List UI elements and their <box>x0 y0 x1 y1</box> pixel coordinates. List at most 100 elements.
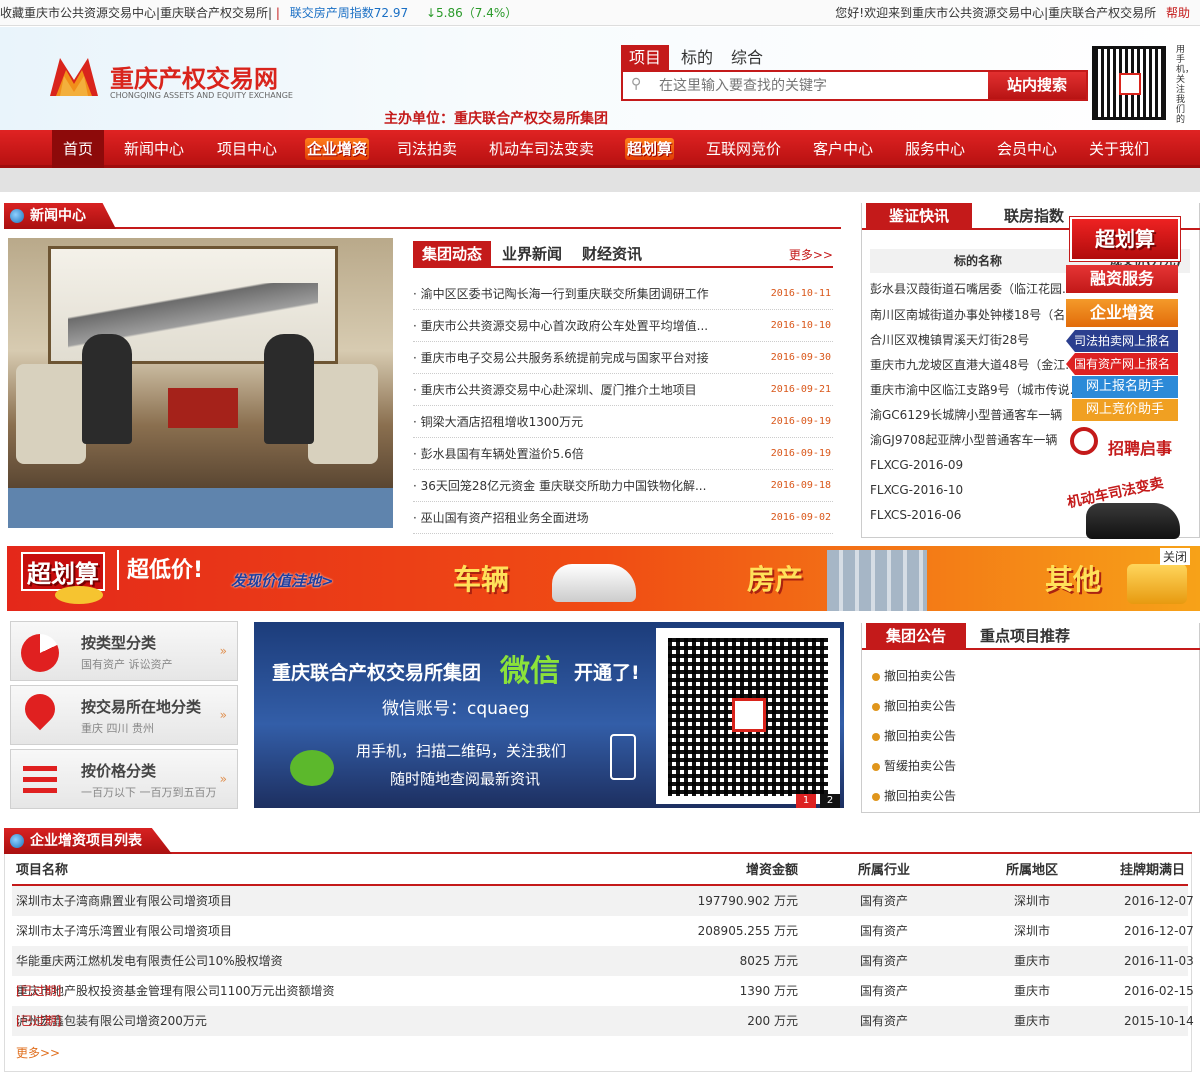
list-item[interactable]: 撤回拍卖公告 <box>872 781 956 811</box>
list-item[interactable]: 重庆市九龙坡区直港大道48号（金江... <box>870 353 1080 378</box>
banner-car-icon <box>552 564 636 602</box>
list-item[interactable]: 撤回拍卖公告 <box>872 691 956 721</box>
list-item[interactable]: 渝GC6129长城牌小型普通客车一辆 <box>870 403 1080 428</box>
list-item[interactable]: FLXCG-2016-09 <box>870 453 1080 478</box>
list-item[interactable]: 撤回拍卖公告 <box>872 661 956 691</box>
list-item[interactable]: · 重庆市公共资源交易中心赴深圳、厦门推介土地项目 2016-09-21 <box>413 374 833 406</box>
float-judicial-signup[interactable]: 司法拍卖网上报名 <box>1066 330 1178 352</box>
tab-finance-news[interactable]: 财经资讯 <box>573 241 651 267</box>
tab-group-notice[interactable]: 集团公告 <box>866 623 966 649</box>
notice-panel: 集团公告 重点项目推荐 撤回拍卖公告 撤回拍卖公告 撤回拍卖公告 暂缓拍卖公告 … <box>861 623 1200 813</box>
tab-industry-news[interactable]: 业界新闻 <box>493 241 571 267</box>
table-tag: 企业增资项目列表 <box>4 828 172 854</box>
nav-home[interactable]: 首页 <box>52 130 104 168</box>
category-by-price[interactable]: 按价格分类 一百万以下 一百万到五百万 » <box>10 749 238 809</box>
index-label[interactable]: 联交房产周指数72.97 <box>290 6 408 20</box>
header: 重庆产权交易网 CHONGQING ASSETS AND EQUITY EXCH… <box>0 27 1200 130</box>
welcome-text[interactable]: 您好!欢迎来到重庆市公共资源交易中心|重庆联合产权交易所 <box>835 6 1156 20</box>
table-row[interactable]: 深圳市太子湾商鼎置业有限公司增资项目 197790.902 万元 国有资产 深圳… <box>12 886 1194 916</box>
nav-client[interactable]: 客户中心 <box>813 130 873 168</box>
main-nav: 首页 新闻中心 项目中心 企业增资 司法拍卖 机动车司法变卖 超划算 互联网竞价… <box>0 130 1200 168</box>
category-by-location[interactable]: 按交易所在地分类 重庆 四川 贵州 » <box>10 685 238 745</box>
banner-brand: 超划算 <box>21 552 105 591</box>
search-tab-project[interactable]: 项目 <box>621 45 669 70</box>
nav-bargain[interactable]: 超划算 <box>625 138 675 160</box>
news-photo[interactable] <box>8 238 393 528</box>
list-item[interactable]: 重庆市渝中区临江支路9号（城市传说... <box>870 378 1080 403</box>
coins-icon <box>55 586 103 604</box>
table-row[interactable]: 泸州宏鑫包装有限公司增资200万元 [已过期] 200 万元 国有资产 重庆市 2… <box>12 1006 1194 1036</box>
search-button[interactable]: 站内搜索 <box>988 72 1086 99</box>
nav-online-bidding[interactable]: 互联网竞价 <box>706 130 781 168</box>
search-box: ⚲ 站内搜索 <box>621 70 1088 101</box>
qr-note: 用手机，关注我们的微信扫一扫二维码 <box>1176 45 1190 123</box>
list-item[interactable]: 撤回拍卖公告 <box>872 721 956 751</box>
list-item[interactable]: · 重庆市电子交易公共服务系统提前完成与国家平台对接 2016-09-30 <box>413 342 833 374</box>
nav-news[interactable]: 新闻中心 <box>124 130 184 168</box>
news-section-title: 新闻中心 <box>4 203 841 229</box>
table-more-link[interactable]: 更多>> <box>16 1044 60 1061</box>
wechat-banner[interactable]: 重庆联合产权交易所集团 微信 开通了! 微信账号：cquaeg 用手机，扫描二维… <box>254 622 844 808</box>
nav-projects[interactable]: 项目中心 <box>217 130 277 168</box>
nav-vehicle-sale[interactable]: 机动车司法变卖 <box>489 130 594 168</box>
pie-chart-icon <box>21 634 59 672</box>
banner-find-value: 发现价值洼地> <box>231 572 334 590</box>
float-bidding-helper[interactable]: 网上竞价助手 <box>1072 399 1178 421</box>
banner-close-button[interactable]: 关闭 <box>1160 548 1191 565</box>
float-bargain-button[interactable]: 超划算 <box>1070 217 1180 261</box>
search-input[interactable] <box>659 75 979 97</box>
table-row[interactable]: 重庆市地产股权投资基金管理有限公司1100万元出资额增资 [已过期] 1390 万… <box>12 976 1194 1006</box>
table-row[interactable]: 深圳市太子湾乐湾置业有限公司增资项目 208905.255 万元 国有资产 深圳… <box>12 916 1194 946</box>
top-links[interactable]: 收藏重庆市公共资源交易中心|重庆联合产权交易所| <box>0 6 272 20</box>
search-tab-target[interactable]: 标的 <box>681 45 713 70</box>
help-link[interactable]: 帮助 <box>1166 6 1190 20</box>
nav-judicial-auction[interactable]: 司法拍卖 <box>397 130 457 168</box>
list-item[interactable]: FLXCG-2016-10 <box>870 478 1080 503</box>
list-item[interactable]: · 重庆市公共资源交易中心首次政府公车处置平均增值... 2016-10-10 <box>413 310 833 342</box>
buildings-icon <box>827 550 927 611</box>
table-row[interactable]: 华能重庆两江燃机发电有限责任公司10%股权增资 8025 万元 国有资产 重庆市… <box>12 946 1194 976</box>
search-tab-all[interactable]: 综合 <box>731 45 763 70</box>
list-item[interactable]: · 巫山国有资产招租业务全面进场 2016-09-02 <box>413 502 833 534</box>
list-item[interactable]: 合川区双槐镇胃溪天灯街28号 <box>870 328 1080 353</box>
gray-strip <box>0 168 1200 192</box>
qr-code-icon <box>1092 46 1166 120</box>
nav-about[interactable]: 关于我们 <box>1089 130 1149 168</box>
float-signup-helper[interactable]: 网上报名助手 <box>1072 376 1178 398</box>
tab-key-projects[interactable]: 重点项目推荐 <box>970 623 1080 649</box>
news-more-link[interactable]: 更多>> <box>789 246 833 263</box>
tab-group-news[interactable]: 集团动态 <box>413 241 491 267</box>
float-recruit[interactable]: 招聘启事 <box>1108 435 1172 459</box>
banner-low-price: 超低价! <box>127 558 204 583</box>
bargain-banner[interactable]: 超划算 超低价! 发现价值洼地> 车辆 房产 其他 关闭 <box>7 546 1200 611</box>
list-item[interactable]: · 铜梁大酒店招租增收1300万元 2016-09-19 <box>413 406 833 438</box>
banner-vehicles: 车辆 <box>453 563 510 596</box>
float-state-asset-signup[interactable]: 国有资产网上报名 <box>1066 353 1178 375</box>
news-tabs: 集团动态 业界新闻 财经资讯 更多>> <box>413 241 833 268</box>
list-item[interactable]: 暂缓拍卖公告 <box>872 751 956 781</box>
tab-verify-news[interactable]: 鉴证快讯 <box>866 203 972 229</box>
category-by-type[interactable]: 按类型分类 国有资产 诉讼资产 » <box>10 621 238 681</box>
logo-title[interactable]: 重庆产权交易网 <box>110 59 278 94</box>
nav-member[interactable]: 会员中心 <box>997 130 1057 168</box>
chevron-right-icon: » <box>219 772 227 786</box>
list-item[interactable]: 彭水县汉葭街道石嘴居委（临江花园... <box>870 277 1080 302</box>
slide-dot-1[interactable]: 1 <box>796 794 816 808</box>
list-item[interactable]: · 渝中区区委书记陶长海一行到重庆联交所集团调研工作 2016-10-11 <box>413 278 833 310</box>
chevron-right-icon: » <box>219 644 227 658</box>
float-finance-button[interactable]: 融资服务 <box>1066 265 1178 293</box>
list-item[interactable]: · 彭水县国有车辆处置溢价5.6倍 2016-09-19 <box>413 438 833 470</box>
slide-dot-2[interactable]: 2 <box>820 794 840 808</box>
nav-service[interactable]: 服务中心 <box>905 130 965 168</box>
list-item[interactable]: FLXCS-2016-06 <box>870 503 1080 528</box>
list-item[interactable]: · 36天回笼28亿元资金 重庆联交所助力中国铁物化解... 2016-09-18 <box>413 470 833 502</box>
logo-icon[interactable] <box>46 50 102 100</box>
wechat-account: 微信账号：cquaeg <box>382 699 530 719</box>
float-capital-button[interactable]: 企业增资 <box>1066 299 1178 327</box>
nav-capital-increase[interactable]: 企业增资 <box>305 138 370 160</box>
list-item[interactable]: 南川区南城街道办事处钟楼18号（名... <box>870 303 1080 328</box>
list-item[interactable]: 渝GJ9708起亚牌小型普通客车一辆 <box>870 428 1080 453</box>
wechat-slogan-1: 用手机，扫描二维码，关注我们 <box>356 742 567 760</box>
globe-icon <box>10 209 24 223</box>
wechat-open: 开通了! <box>574 662 640 684</box>
